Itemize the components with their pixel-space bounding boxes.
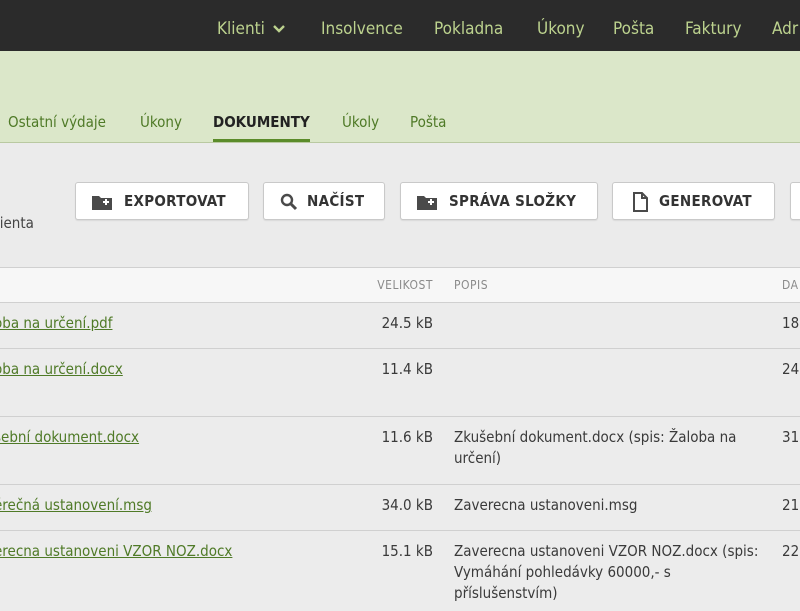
load-button-label: NAČÍST	[307, 192, 365, 210]
document-size: 34.0 kB	[381, 496, 433, 514]
column-header-date[interactable]: DA	[782, 278, 799, 292]
chevron-down-icon	[272, 0, 286, 51]
document-description: Zkušební dokument.docx (spis: Žaloba na …	[454, 428, 737, 467]
document-date: 22	[782, 542, 800, 560]
document-size: 11.6 kB	[381, 428, 433, 446]
document-date: 18	[782, 314, 800, 332]
tab-dokumenty[interactable]: DOKUMENTY	[213, 109, 310, 142]
document-link[interactable]: oba na určení.pdf	[0, 313, 112, 334]
more-button[interactable]	[790, 182, 800, 220]
nav-item-insolvence[interactable]: Insolvence	[321, 0, 403, 51]
nav-item-administrace[interactable]: Adr	[772, 0, 798, 51]
search-icon	[280, 193, 298, 215]
document-size: 15.1 kB	[381, 542, 433, 560]
generate-button[interactable]: GENEROVAT	[612, 182, 775, 220]
column-header-size[interactable]: VELIKOST	[377, 278, 433, 292]
document-description: Zaverecna ustanoveni.msg	[454, 496, 638, 514]
table-row: šební dokument.docx 11.6 kB Zkušební dok…	[0, 417, 800, 485]
nav-item-label: Klienti	[217, 19, 265, 39]
table-row: oba na určení.pdf 24.5 kB 18	[0, 303, 800, 349]
top-navigation: Klienti Insolvence Pokladna Úkony Pošta …	[0, 0, 800, 51]
folder-plus-icon	[417, 194, 437, 214]
folder-manage-button-label: SPRÁVA SLOŽKY	[449, 192, 577, 210]
column-header-description[interactable]: POPIS	[454, 278, 488, 292]
tab-ostatni-vydaje[interactable]: Ostatní výdaje	[8, 109, 106, 142]
document-link[interactable]: ěrečná ustanovení.msg	[0, 495, 152, 516]
generate-button-label: GENEROVAT	[659, 192, 752, 210]
load-button[interactable]: NAČÍST	[263, 182, 385, 220]
table-row: oba na určení.docx 11.4 kB 24	[0, 349, 800, 417]
tab-ukoly[interactable]: Úkoly	[342, 109, 379, 142]
tab-ukony[interactable]: Úkony	[140, 109, 182, 142]
export-button-label: EXPORTOVAT	[124, 192, 226, 210]
folder-export-icon	[92, 194, 112, 214]
nav-item-pokladna[interactable]: Pokladna	[434, 0, 503, 51]
table-row: ěrečná ustanovení.msg 34.0 kB Zaverecna …	[0, 485, 800, 531]
client-documents-label: lienta	[0, 214, 34, 232]
document-date: 21	[782, 496, 800, 514]
document-size: 24.5 kB	[381, 314, 433, 332]
tab-posta[interactable]: Pošta	[410, 109, 446, 142]
client-header-band: Ostatní výdaje Úkony DOKUMENTY Úkoly Poš…	[0, 51, 800, 143]
nav-item-klienti[interactable]: Klienti	[217, 0, 286, 51]
nav-item-ukony[interactable]: Úkony	[537, 0, 585, 51]
table-row: erecna ustanoveni VZOR NOZ.docx 15.1 kB …	[0, 531, 800, 611]
export-button[interactable]: EXPORTOVAT	[75, 182, 249, 220]
document-description: Zaverecna ustanoveni VZOR NOZ.docx (spis…	[454, 542, 759, 602]
document-link[interactable]: šební dokument.docx	[0, 427, 139, 448]
nav-item-faktury[interactable]: Faktury	[685, 0, 742, 51]
document-date: 31	[782, 428, 800, 446]
nav-item-posta[interactable]: Pošta	[613, 0, 654, 51]
document-date: 24	[782, 360, 800, 378]
document-link[interactable]: erecna ustanoveni VZOR NOZ.docx	[0, 541, 232, 562]
document-icon	[632, 192, 648, 216]
table-header: VELIKOST POPIS DA	[0, 268, 800, 303]
folder-manage-button[interactable]: SPRÁVA SLOŽKY	[400, 182, 598, 220]
document-link[interactable]: oba na určení.docx	[0, 359, 123, 380]
documents-table: VELIKOST POPIS DA oba na určení.pdf 24.5…	[0, 267, 800, 611]
document-size: 11.4 kB	[381, 360, 433, 378]
